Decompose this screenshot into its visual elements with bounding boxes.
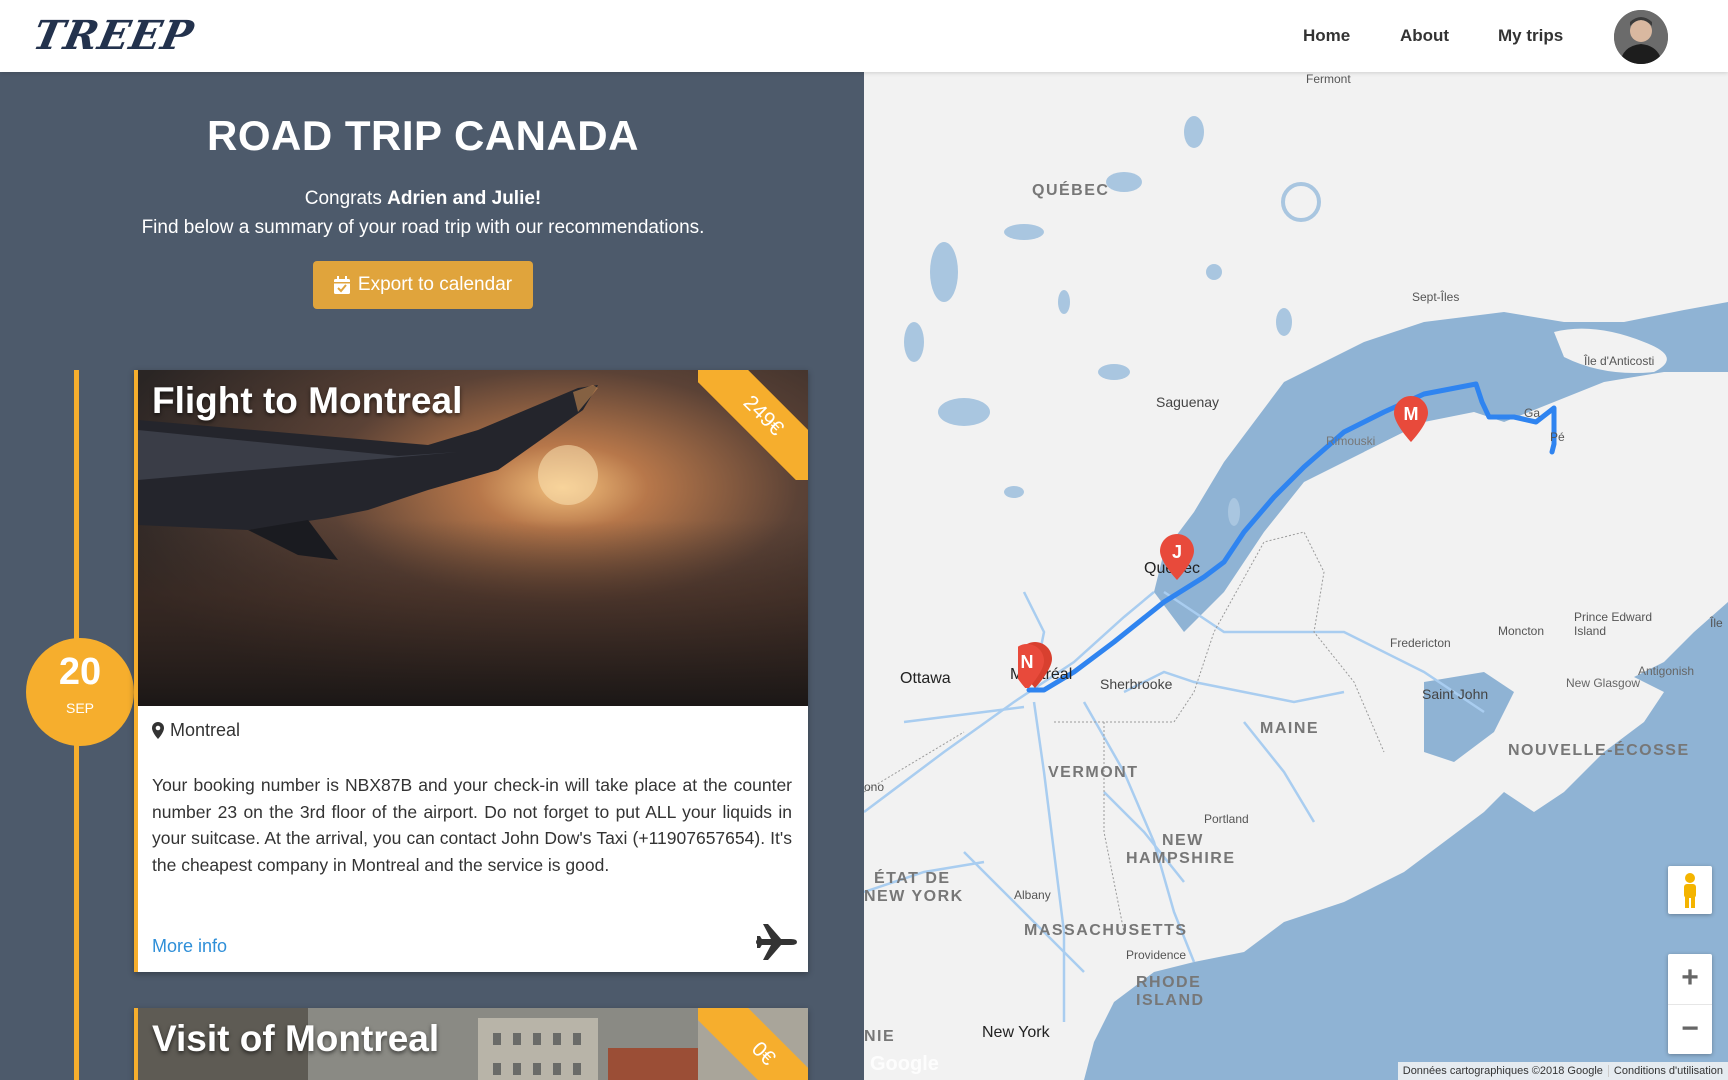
map-label-gaspe-b: Pé [1550, 430, 1565, 444]
map-label-sept-iles: Sept-Îles [1412, 290, 1460, 304]
trip-summary: Find below a summary of your road trip w… [141, 217, 705, 238]
map-label-rimouski: Rimouski [1326, 434, 1376, 448]
marker-j-label: J [1172, 542, 1182, 562]
map-label-fredericton: Fredericton [1390, 636, 1451, 650]
map-label-saguenay: Saguenay [1156, 394, 1220, 410]
map-label-gaspe-a: Ga [1524, 406, 1541, 420]
nav-home[interactable]: Home [1303, 26, 1350, 46]
trip-card-flight: Flight to Montreal 249€ Montreal Your bo… [134, 370, 808, 972]
export-calendar-button[interactable]: Export to calendar [313, 261, 533, 309]
card-title: Flight to Montreal [152, 380, 463, 421]
trip-panel: ROAD TRIP CANADA Congrats Adrien and Jul… [0, 72, 864, 1080]
map-label-portland: Portland [1204, 812, 1249, 826]
card-image-city: Visit of Montreal 0€ [138, 1008, 808, 1080]
map-label-providence: Providence [1126, 948, 1187, 962]
nav-about[interactable]: About [1400, 26, 1449, 46]
map-label-ny-state-2: NEW YORK [864, 888, 964, 905]
map-label-ono: ono [864, 780, 885, 794]
map-label-fermont: Fermont [1306, 72, 1351, 86]
map-label-ny-state-1: ÉTAT DE [874, 870, 951, 887]
map-label-quebec: QUÉBEC [1032, 182, 1110, 199]
google-logo: Google [870, 1053, 939, 1075]
card-title-visit: Visit of Montreal [152, 1018, 440, 1059]
date-month: SEP [65, 700, 94, 716]
map-label-massachusetts: MASSACHUSETTS [1024, 922, 1188, 939]
date-day: 20 [58, 651, 102, 693]
map-label-maine: MAINE [1260, 720, 1320, 737]
export-label: Export to calendar [357, 274, 513, 295]
map-label-saint-john: Saint John [1422, 686, 1489, 702]
zoom-control: + − [1668, 954, 1712, 1054]
date-badge: 20 SEP [26, 638, 134, 746]
navbar: TREEP Home About My trips [0, 0, 1728, 72]
map-attribution: Données cartographiques ©2018 Google Con… [1397, 1062, 1728, 1080]
card-location: Montreal [152, 720, 240, 741]
congrats-prefix: Congrats [304, 188, 382, 209]
map-label-moncton: Moncton [1498, 624, 1545, 638]
map-label-ile: Île [1710, 616, 1723, 630]
traveler-names: Adrien and Julie! [387, 188, 542, 209]
marker-m-label: M [1404, 404, 1419, 424]
price-label-visit: 0€ [698, 1008, 808, 1080]
marker-n-label: N [1021, 652, 1034, 672]
zoom-in-button[interactable]: + [1668, 954, 1712, 1004]
more-info-link[interactable]: More info [152, 936, 227, 957]
map-label-anticosti: Île d'Anticosti [1584, 354, 1655, 368]
map-label-new-york: New York [982, 1024, 1050, 1041]
trip-subtitle: Congrats Adrien and Julie! Find below a … [0, 184, 846, 242]
price-ribbon: 249€ [698, 370, 808, 480]
calendar-check-icon [333, 276, 350, 294]
trip-card-visit: Visit of Montreal 0€ [134, 1008, 808, 1080]
map-label-new-glasgow: New Glasgow [1566, 676, 1641, 690]
route-map[interactable]: QUÉBEC Fermont Sept-Îles Île d'Anticosti… [864, 72, 1728, 1080]
map-label-sherbrooke: Sherbrooke [1100, 676, 1173, 692]
map-label-new-hampshire-1: NEW [1162, 832, 1204, 849]
map-label-antigonish: Antigonish [1638, 664, 1695, 678]
map-label-new-hampshire-2: HAMPSHIRE [1126, 850, 1236, 867]
map-label-ottawa: Ottawa [900, 670, 951, 687]
nav-my-trips[interactable]: My trips [1498, 26, 1563, 46]
location-label: Montreal [170, 720, 241, 740]
logo[interactable]: TREEP [29, 12, 198, 59]
map-marker-m[interactable]: M [1394, 396, 1428, 442]
trip-title: ROAD TRIP CANADA [207, 112, 639, 159]
street-view-pegman[interactable] [1668, 866, 1712, 914]
price-label: 249€ [698, 370, 808, 480]
map-label-nie: NIE [864, 1028, 896, 1045]
card-image-sunset-wing: Flight to Montreal 249€ [138, 370, 808, 706]
pegman-icon [1684, 873, 1696, 908]
map-label-rhode-1: RHODE [1136, 974, 1202, 991]
airplane-icon [756, 924, 797, 960]
map-label-nova-scotia: NOUVELLE-ÉCOSSE [1508, 742, 1690, 759]
map-pin-icon [152, 722, 164, 739]
price-ribbon-visit: 0€ [698, 1008, 808, 1080]
map-canvas [864, 72, 1728, 1080]
map-label-pei: Prince Edward Island [1574, 610, 1653, 638]
terms-link[interactable]: Conditions d'utilisation [1607, 1065, 1728, 1077]
zoom-out-button[interactable]: − [1668, 1004, 1712, 1054]
map-data-credit: Données cartographiques ©2018 Google [1402, 1065, 1603, 1077]
card-description: Your booking number is NBX87B and your c… [152, 775, 792, 875]
map-label-albany: Albany [1014, 888, 1051, 902]
avatar[interactable] [1614, 10, 1668, 64]
map-label-rhode-2: ISLAND [1136, 992, 1205, 1009]
map-label-vermont: VERMONT [1048, 764, 1139, 781]
map-marker-j[interactable]: J [1160, 534, 1194, 580]
map-marker-n[interactable]: N [1018, 642, 1052, 688]
